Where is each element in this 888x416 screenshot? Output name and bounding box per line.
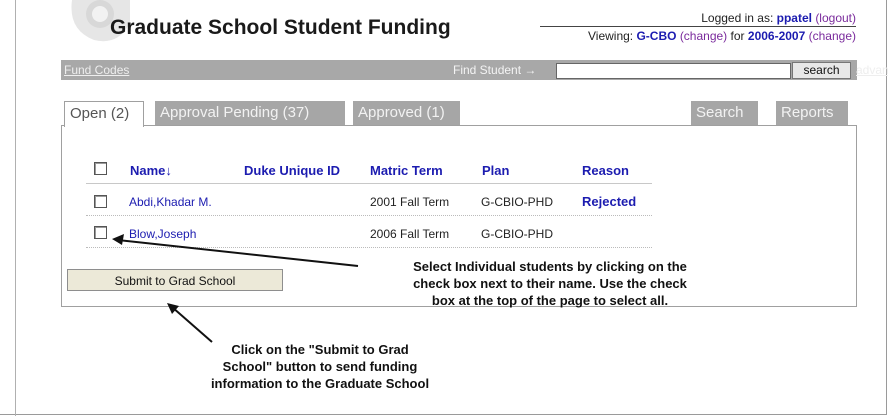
submit-arrow [167,303,213,343]
tab-open[interactable]: Open (2) [64,101,144,127]
submit-instruction-note: Click on the "Submit to Grad School" but… [210,342,430,391]
checkbox-instruction-note: Select Individual students by clicking o… [413,259,687,308]
checkbox-arrow [112,234,359,267]
